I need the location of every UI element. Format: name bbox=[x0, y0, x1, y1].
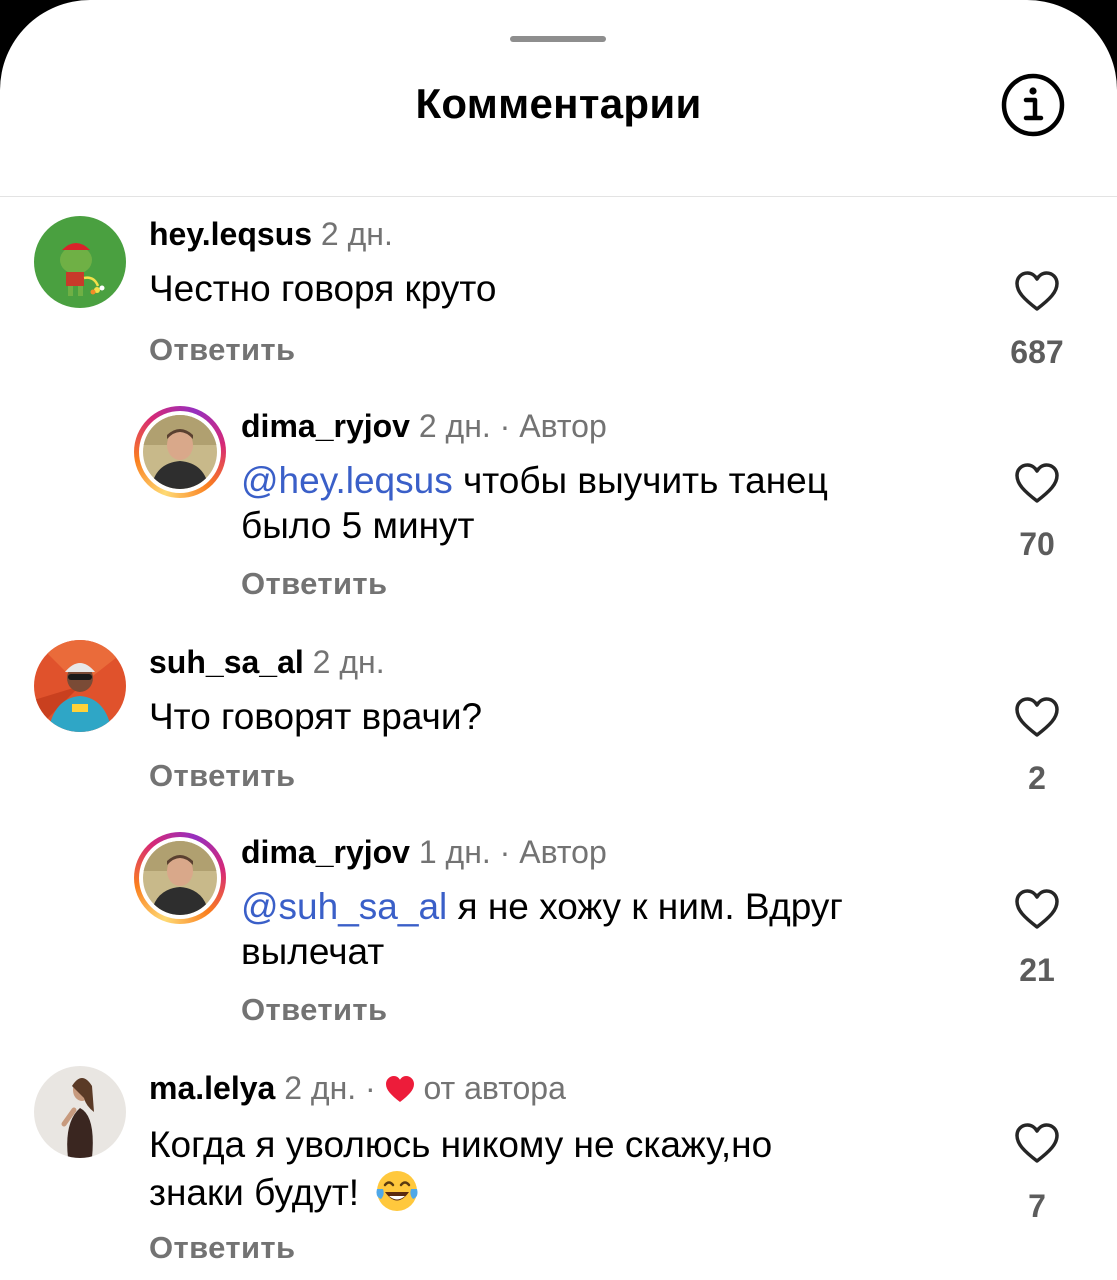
username[interactable]: hey.leqsus bbox=[149, 216, 312, 252]
comment-body-line2: вылечат bbox=[241, 931, 385, 972]
timestamp: 2 дн. bbox=[320, 216, 393, 252]
comment-text: @suh_sa_al я не хожу к ним. Вдруг вылеча… bbox=[241, 884, 961, 974]
username[interactable]: suh_sa_al bbox=[149, 644, 304, 680]
comment-item: suh_sa_al 2 дн. Что говорят врачи? Ответ… bbox=[0, 640, 1117, 820]
comment-item: ma.lelya 2 дн. · от автора Когда я уволю… bbox=[0, 1066, 1117, 1280]
comment-body: чтобы выучить танец bbox=[452, 460, 828, 501]
comment-text: Когда я уволюсь никому не скажу,но знаки… bbox=[149, 1122, 949, 1215]
drag-handle[interactable] bbox=[510, 36, 606, 42]
comment-meta: ma.lelya 2 дн. · от автора bbox=[149, 1070, 566, 1107]
frog-avatar[interactable] bbox=[34, 216, 126, 308]
heart-icon[interactable] bbox=[1014, 696, 1060, 738]
comment-item: dima_ryjov 2 дн. · Автор @hey.leqsus что… bbox=[0, 404, 1117, 614]
liked-by-author-heart-icon bbox=[385, 1076, 414, 1102]
author-badge: Автор bbox=[519, 834, 607, 870]
comment-meta: dima_ryjov 1 дн. · Автор bbox=[241, 834, 607, 871]
story-ring[interactable] bbox=[134, 406, 226, 498]
comment-text: @hey.leqsus чтобы выучить танец было 5 м… bbox=[241, 458, 961, 548]
comment-body-line2: знаки будут! bbox=[149, 1172, 360, 1213]
info-icon[interactable] bbox=[1000, 72, 1066, 138]
like-count: 21 bbox=[1019, 952, 1055, 988]
comment-body: Что говорят врачи? bbox=[149, 696, 483, 737]
like-count: 2 bbox=[1028, 760, 1046, 796]
header-divider bbox=[0, 196, 1117, 197]
story-ring[interactable] bbox=[134, 832, 226, 924]
author-badge: Автор bbox=[519, 408, 607, 444]
reply-button[interactable]: Ответить bbox=[149, 1230, 295, 1266]
reply-button[interactable]: Ответить bbox=[149, 332, 295, 368]
comment-text: Что говорят врачи? bbox=[149, 694, 482, 739]
man-avatar bbox=[143, 841, 217, 915]
username[interactable]: dima_ryjov bbox=[241, 408, 410, 444]
comment-meta: dima_ryjov 2 дн. · Автор bbox=[241, 408, 607, 445]
woman-avatar[interactable] bbox=[34, 1066, 126, 1158]
comment-item: hey.leqsus 2 дн. Честно говоря круто Отв… bbox=[0, 212, 1117, 392]
separator: · bbox=[499, 834, 511, 870]
comment-text: Честно говоря круто bbox=[149, 266, 497, 311]
sheet-title: Комментарии bbox=[415, 80, 702, 127]
reply-button[interactable]: Ответить bbox=[241, 992, 387, 1028]
comment-meta: hey.leqsus 2 дн. bbox=[149, 216, 393, 253]
liked-by-author-label: от автора bbox=[423, 1070, 566, 1106]
timestamp: 2 дн. bbox=[312, 644, 385, 680]
username[interactable]: dima_ryjov bbox=[241, 834, 410, 870]
comment-body: Честно говоря круто bbox=[149, 268, 497, 309]
comment-item: dima_ryjov 1 дн. · Автор @suh_sa_al я не… bbox=[0, 830, 1117, 1040]
heart-icon[interactable] bbox=[1014, 270, 1060, 312]
cyclist-avatar[interactable] bbox=[34, 640, 126, 732]
reply-button[interactable]: Ответить bbox=[241, 566, 387, 602]
heart-icon[interactable] bbox=[1014, 462, 1060, 504]
mention-link[interactable]: @suh_sa_al bbox=[241, 886, 447, 927]
timestamp: 2 дн. bbox=[284, 1070, 357, 1106]
tears-of-joy-emoji bbox=[376, 1171, 418, 1211]
heart-icon[interactable] bbox=[1014, 888, 1060, 930]
timestamp: 1 дн. bbox=[418, 834, 491, 870]
separator: · bbox=[499, 408, 511, 444]
heart-icon[interactable] bbox=[1014, 1122, 1060, 1164]
like-count: 687 bbox=[1010, 334, 1064, 370]
comment-body: я не хожу к ним. Вдруг bbox=[447, 886, 843, 927]
like-count: 70 bbox=[1019, 526, 1055, 562]
separator: · bbox=[365, 1070, 376, 1106]
timestamp: 2 дн. bbox=[418, 408, 491, 444]
comment-body-line2: было 5 минут bbox=[241, 505, 475, 546]
like-count: 7 bbox=[1028, 1188, 1046, 1224]
reply-button[interactable]: Ответить bbox=[149, 758, 295, 794]
comments-sheet: Комментарии hey.leqsus 2 дн. Честно гово… bbox=[0, 0, 1117, 1280]
username[interactable]: ma.lelya bbox=[149, 1070, 275, 1106]
comment-body: Когда я уволюсь никому не скажу,но bbox=[149, 1124, 773, 1165]
comment-meta: suh_sa_al 2 дн. bbox=[149, 644, 385, 681]
mention-link[interactable]: @hey.leqsus bbox=[241, 460, 453, 501]
man-avatar bbox=[143, 415, 217, 489]
